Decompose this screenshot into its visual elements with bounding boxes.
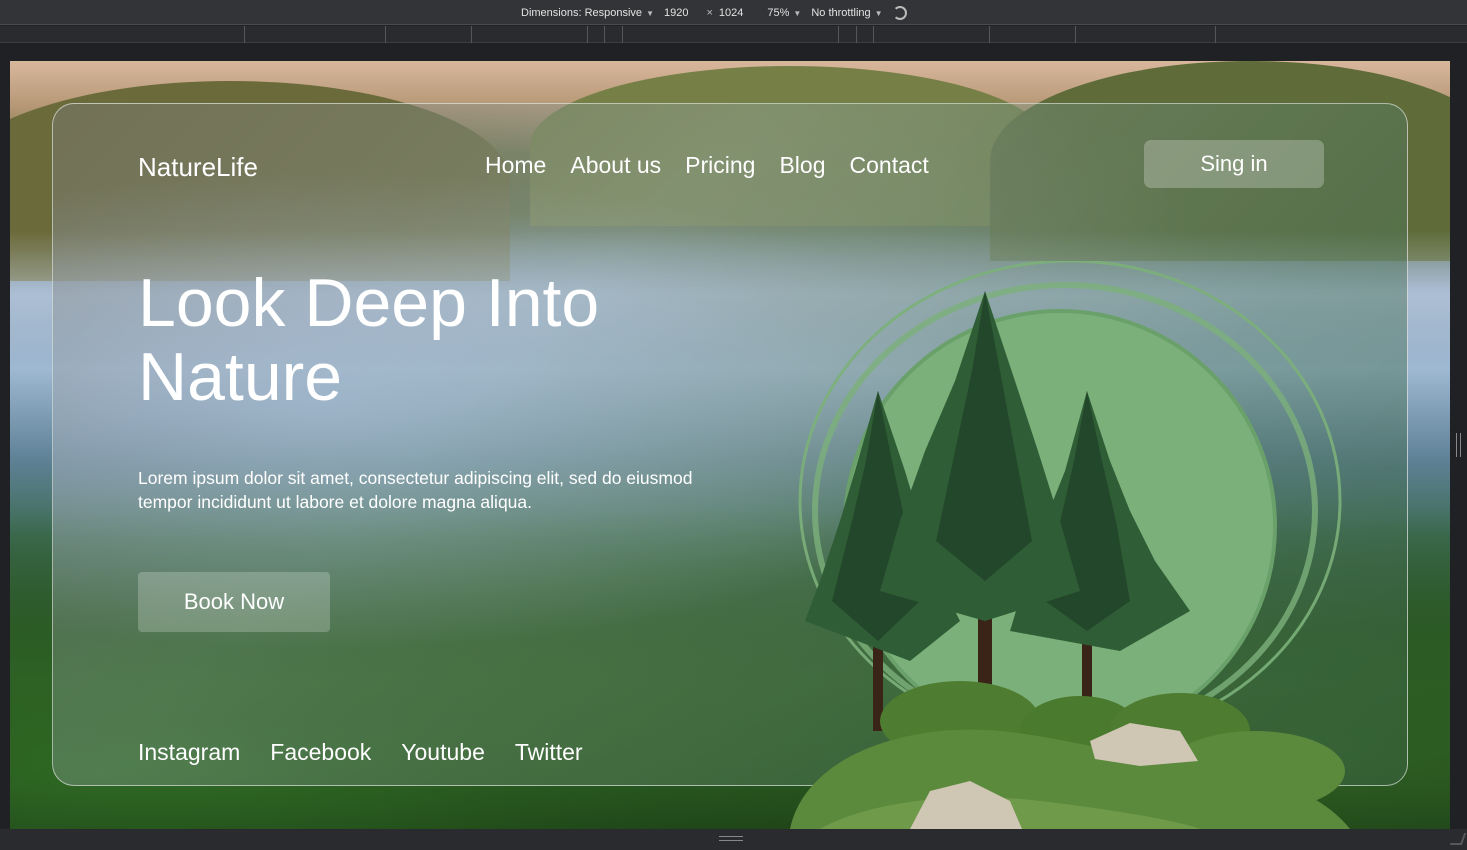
times-icon: × (706, 7, 713, 19)
social-twitter[interactable]: Twitter (515, 739, 583, 766)
height-input[interactable]: 1024 (719, 7, 743, 19)
media-query-ruler (0, 26, 1467, 43)
book-now-button[interactable]: Book Now (138, 572, 330, 632)
hero-description: Lorem ipsum dolor sit amet, consectetur … (138, 468, 693, 512)
device-controls: Dimensions: Responsive ▼ 1920 × 1024 75% ▼… (521, 6, 907, 20)
main-nav: Home About us Pricing Blog Contact (485, 152, 929, 179)
social-links: Instagram Facebook Youtube Twitter (138, 739, 583, 766)
rotate-icon[interactable] (892, 6, 907, 20)
social-facebook[interactable]: Facebook (270, 739, 371, 766)
site-logo[interactable]: NatureLife (138, 152, 258, 183)
signin-button[interactable]: Sing in (1144, 140, 1324, 188)
chevron-down-icon: ▼ (793, 8, 802, 18)
throttling-dropdown[interactable]: No throttling (811, 7, 870, 19)
page-viewport: NatureLife Home About us Pricing Blog Co… (10, 61, 1450, 829)
resize-handle-bottom[interactable] (719, 836, 743, 841)
devtools-device-toolbar: Dimensions: Responsive ▼ 1920 × 1024 75% ▼… (0, 0, 1467, 25)
social-instagram[interactable]: Instagram (138, 739, 240, 766)
hero-headline: Look Deep Into Nature (138, 265, 600, 415)
chevron-down-icon: ▼ (874, 8, 883, 18)
resize-handle-right[interactable] (1456, 433, 1461, 457)
nav-home[interactable]: Home (485, 152, 546, 179)
social-youtube[interactable]: Youtube (401, 739, 485, 766)
nav-pricing[interactable]: Pricing (685, 152, 755, 179)
chevron-down-icon: ▼ (646, 8, 654, 18)
nav-about-us[interactable]: About us (570, 152, 661, 179)
dimensions-dropdown[interactable]: Dimensions: Responsive (521, 7, 642, 19)
pine-trees-illustration (790, 261, 1350, 829)
width-input[interactable]: 1920 (664, 7, 688, 19)
nav-blog[interactable]: Blog (779, 152, 825, 179)
nav-contact[interactable]: Contact (850, 152, 929, 179)
zoom-dropdown[interactable]: 75% (767, 7, 789, 19)
